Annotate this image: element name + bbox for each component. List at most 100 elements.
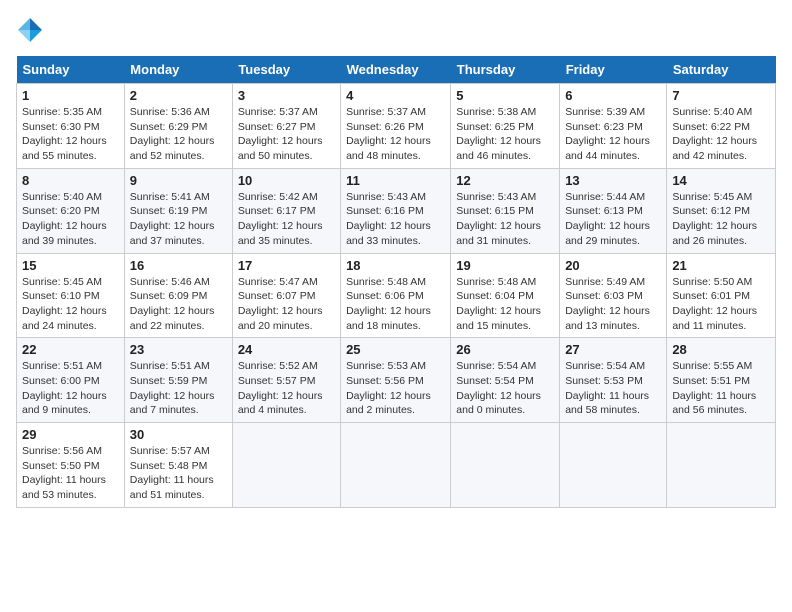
calendar-cell: 19 Sunrise: 5:48 AM Sunset: 6:04 PM Dayl… (451, 253, 560, 338)
calendar-cell: 16 Sunrise: 5:46 AM Sunset: 6:09 PM Dayl… (124, 253, 232, 338)
day-number: 18 (346, 258, 445, 273)
day-info: Sunrise: 5:50 AM Sunset: 6:01 PM Dayligh… (672, 275, 770, 334)
calendar-cell: 30 Sunrise: 5:57 AM Sunset: 5:48 PM Dayl… (124, 423, 232, 508)
day-info: Sunrise: 5:36 AM Sunset: 6:29 PM Dayligh… (130, 105, 227, 164)
day-number: 21 (672, 258, 770, 273)
day-number: 25 (346, 342, 445, 357)
calendar-table: SundayMondayTuesdayWednesdayThursdayFrid… (16, 56, 776, 508)
col-header-saturday: Saturday (667, 56, 776, 84)
day-info: Sunrise: 5:40 AM Sunset: 6:22 PM Dayligh… (672, 105, 770, 164)
day-info: Sunrise: 5:48 AM Sunset: 6:04 PM Dayligh… (456, 275, 554, 334)
calendar-cell: 12 Sunrise: 5:43 AM Sunset: 6:15 PM Dayl… (451, 168, 560, 253)
day-info: Sunrise: 5:56 AM Sunset: 5:50 PM Dayligh… (22, 444, 119, 503)
calendar-cell: 21 Sunrise: 5:50 AM Sunset: 6:01 PM Dayl… (667, 253, 776, 338)
day-info: Sunrise: 5:41 AM Sunset: 6:19 PM Dayligh… (130, 190, 227, 249)
calendar-cell: 10 Sunrise: 5:42 AM Sunset: 6:17 PM Dayl… (232, 168, 340, 253)
calendar-cell: 14 Sunrise: 5:45 AM Sunset: 6:12 PM Dayl… (667, 168, 776, 253)
logo-icon (16, 16, 44, 44)
calendar-week-3: 15 Sunrise: 5:45 AM Sunset: 6:10 PM Dayl… (17, 253, 776, 338)
day-info: Sunrise: 5:54 AM Sunset: 5:53 PM Dayligh… (565, 359, 661, 418)
day-info: Sunrise: 5:51 AM Sunset: 5:59 PM Dayligh… (130, 359, 227, 418)
calendar-header: SundayMondayTuesdayWednesdayThursdayFrid… (17, 56, 776, 84)
day-number: 15 (22, 258, 119, 273)
day-number: 29 (22, 427, 119, 442)
day-info: Sunrise: 5:48 AM Sunset: 6:06 PM Dayligh… (346, 275, 445, 334)
day-number: 30 (130, 427, 227, 442)
day-info: Sunrise: 5:43 AM Sunset: 6:15 PM Dayligh… (456, 190, 554, 249)
calendar-cell: 20 Sunrise: 5:49 AM Sunset: 6:03 PM Dayl… (560, 253, 667, 338)
day-number: 26 (456, 342, 554, 357)
day-number: 9 (130, 173, 227, 188)
day-number: 28 (672, 342, 770, 357)
calendar-cell: 8 Sunrise: 5:40 AM Sunset: 6:20 PM Dayli… (17, 168, 125, 253)
page-header (16, 16, 776, 44)
calendar-cell (341, 423, 451, 508)
calendar-cell (232, 423, 340, 508)
day-number: 4 (346, 88, 445, 103)
day-info: Sunrise: 5:45 AM Sunset: 6:12 PM Dayligh… (672, 190, 770, 249)
calendar-cell: 3 Sunrise: 5:37 AM Sunset: 6:27 PM Dayli… (232, 84, 340, 169)
calendar-cell: 7 Sunrise: 5:40 AM Sunset: 6:22 PM Dayli… (667, 84, 776, 169)
day-number: 16 (130, 258, 227, 273)
day-info: Sunrise: 5:40 AM Sunset: 6:20 PM Dayligh… (22, 190, 119, 249)
day-info: Sunrise: 5:35 AM Sunset: 6:30 PM Dayligh… (22, 105, 119, 164)
day-info: Sunrise: 5:52 AM Sunset: 5:57 PM Dayligh… (238, 359, 335, 418)
calendar-cell: 23 Sunrise: 5:51 AM Sunset: 5:59 PM Dayl… (124, 338, 232, 423)
day-number: 8 (22, 173, 119, 188)
day-number: 3 (238, 88, 335, 103)
day-number: 27 (565, 342, 661, 357)
day-info: Sunrise: 5:39 AM Sunset: 6:23 PM Dayligh… (565, 105, 661, 164)
calendar-cell: 4 Sunrise: 5:37 AM Sunset: 6:26 PM Dayli… (341, 84, 451, 169)
day-number: 23 (130, 342, 227, 357)
calendar-cell: 25 Sunrise: 5:53 AM Sunset: 5:56 PM Dayl… (341, 338, 451, 423)
calendar-week-5: 29 Sunrise: 5:56 AM Sunset: 5:50 PM Dayl… (17, 423, 776, 508)
calendar-cell (451, 423, 560, 508)
col-header-monday: Monday (124, 56, 232, 84)
day-number: 6 (565, 88, 661, 103)
day-info: Sunrise: 5:53 AM Sunset: 5:56 PM Dayligh… (346, 359, 445, 418)
day-info: Sunrise: 5:43 AM Sunset: 6:16 PM Dayligh… (346, 190, 445, 249)
day-number: 19 (456, 258, 554, 273)
calendar-cell: 28 Sunrise: 5:55 AM Sunset: 5:51 PM Dayl… (667, 338, 776, 423)
day-number: 5 (456, 88, 554, 103)
calendar-cell: 24 Sunrise: 5:52 AM Sunset: 5:57 PM Dayl… (232, 338, 340, 423)
col-header-thursday: Thursday (451, 56, 560, 84)
calendar-cell: 22 Sunrise: 5:51 AM Sunset: 6:00 PM Dayl… (17, 338, 125, 423)
day-number: 14 (672, 173, 770, 188)
col-header-tuesday: Tuesday (232, 56, 340, 84)
day-info: Sunrise: 5:51 AM Sunset: 6:00 PM Dayligh… (22, 359, 119, 418)
day-info: Sunrise: 5:55 AM Sunset: 5:51 PM Dayligh… (672, 359, 770, 418)
day-number: 20 (565, 258, 661, 273)
calendar-cell: 11 Sunrise: 5:43 AM Sunset: 6:16 PM Dayl… (341, 168, 451, 253)
day-info: Sunrise: 5:49 AM Sunset: 6:03 PM Dayligh… (565, 275, 661, 334)
day-info: Sunrise: 5:47 AM Sunset: 6:07 PM Dayligh… (238, 275, 335, 334)
day-number: 2 (130, 88, 227, 103)
calendar-cell (667, 423, 776, 508)
day-info: Sunrise: 5:42 AM Sunset: 6:17 PM Dayligh… (238, 190, 335, 249)
calendar-week-2: 8 Sunrise: 5:40 AM Sunset: 6:20 PM Dayli… (17, 168, 776, 253)
logo (16, 16, 48, 44)
calendar-cell: 18 Sunrise: 5:48 AM Sunset: 6:06 PM Dayl… (341, 253, 451, 338)
calendar-cell: 6 Sunrise: 5:39 AM Sunset: 6:23 PM Dayli… (560, 84, 667, 169)
day-info: Sunrise: 5:45 AM Sunset: 6:10 PM Dayligh… (22, 275, 119, 334)
day-info: Sunrise: 5:37 AM Sunset: 6:27 PM Dayligh… (238, 105, 335, 164)
day-info: Sunrise: 5:44 AM Sunset: 6:13 PM Dayligh… (565, 190, 661, 249)
calendar-cell: 15 Sunrise: 5:45 AM Sunset: 6:10 PM Dayl… (17, 253, 125, 338)
day-number: 17 (238, 258, 335, 273)
day-info: Sunrise: 5:46 AM Sunset: 6:09 PM Dayligh… (130, 275, 227, 334)
calendar-week-4: 22 Sunrise: 5:51 AM Sunset: 6:00 PM Dayl… (17, 338, 776, 423)
day-number: 12 (456, 173, 554, 188)
calendar-cell: 5 Sunrise: 5:38 AM Sunset: 6:25 PM Dayli… (451, 84, 560, 169)
calendar-week-1: 1 Sunrise: 5:35 AM Sunset: 6:30 PM Dayli… (17, 84, 776, 169)
day-number: 22 (22, 342, 119, 357)
calendar-cell: 27 Sunrise: 5:54 AM Sunset: 5:53 PM Dayl… (560, 338, 667, 423)
day-info: Sunrise: 5:57 AM Sunset: 5:48 PM Dayligh… (130, 444, 227, 503)
day-number: 10 (238, 173, 335, 188)
col-header-friday: Friday (560, 56, 667, 84)
day-info: Sunrise: 5:38 AM Sunset: 6:25 PM Dayligh… (456, 105, 554, 164)
calendar-cell: 17 Sunrise: 5:47 AM Sunset: 6:07 PM Dayl… (232, 253, 340, 338)
day-number: 1 (22, 88, 119, 103)
col-header-wednesday: Wednesday (341, 56, 451, 84)
day-number: 11 (346, 173, 445, 188)
day-number: 13 (565, 173, 661, 188)
